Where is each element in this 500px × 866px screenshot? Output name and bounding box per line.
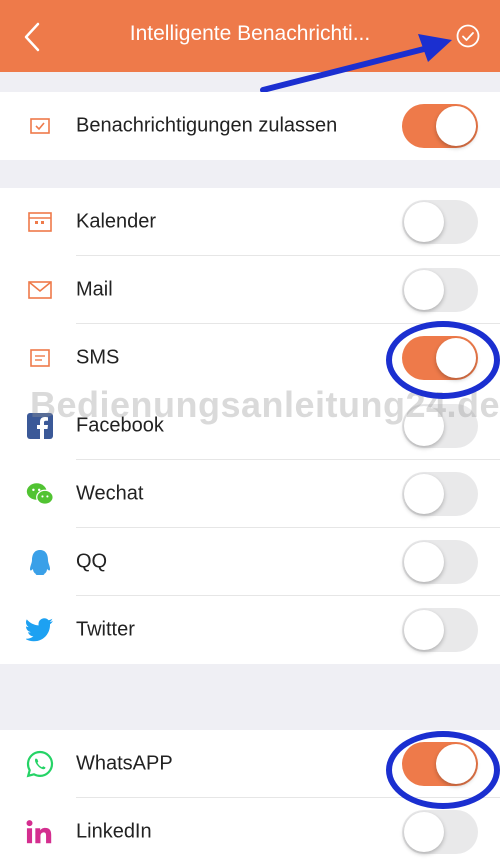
qq-toggle[interactable] [402, 540, 478, 584]
sms-toggle[interactable] [402, 336, 478, 380]
whatsapp-toggle[interactable] [402, 742, 478, 786]
mail-label: Mail [76, 278, 113, 301]
whatsapp-icon [26, 750, 54, 778]
linkedin-icon [26, 818, 54, 846]
setting-row-qq: QQ [0, 528, 500, 596]
wechat-label: Wechat [76, 482, 144, 505]
message-icon [26, 344, 54, 372]
wechat-icon [26, 480, 54, 508]
watermark: Bedienungsanleitung24.de [30, 384, 500, 425]
linkedin-toggle[interactable] [402, 810, 478, 854]
qq-label: QQ [76, 550, 108, 573]
wechat-toggle[interactable] [402, 472, 478, 516]
setting-row-kalender: Kalender [0, 188, 500, 256]
whatsapp-label: WhatsAPP [76, 752, 173, 775]
twitter-toggle[interactable] [402, 608, 478, 652]
qq-icon [26, 548, 54, 576]
setting-row-mail: Mail [0, 256, 500, 324]
linkedin-label: LinkedIn [76, 820, 152, 843]
notification-checkbox-icon [26, 112, 54, 140]
mail-toggle[interactable] [402, 268, 478, 312]
twitter-label: Twitter [76, 618, 135, 641]
setting-row-twitter: Twitter [0, 596, 500, 664]
mail-icon [26, 276, 54, 304]
allow-notifications-toggle[interactable] [402, 104, 478, 148]
kalender-toggle[interactable] [402, 200, 478, 244]
setting-row-whatsapp: WhatsAPP [0, 730, 500, 798]
setting-row-linkedin: LinkedIn [0, 798, 500, 866]
apps-section-1: Kalender Mail SMS Facebook Wechat QQ Twi… [0, 188, 500, 664]
setting-row-wechat: Wechat [0, 460, 500, 528]
calendar-icon [26, 208, 54, 236]
sms-label: SMS [76, 346, 120, 369]
apps-section-2: WhatsAPP LinkedIn [0, 730, 500, 866]
kalender-label: Kalender [76, 210, 157, 233]
setting-row-allow-notifications: Benachrichtigungen zulassen [0, 92, 500, 160]
twitter-icon [26, 616, 54, 644]
master-section: Benachrichtigungen zulassen [0, 92, 500, 160]
setting-row-sms: SMS [0, 324, 500, 392]
allow-notifications-label: Benachrichtigungen zulassen [76, 114, 338, 137]
